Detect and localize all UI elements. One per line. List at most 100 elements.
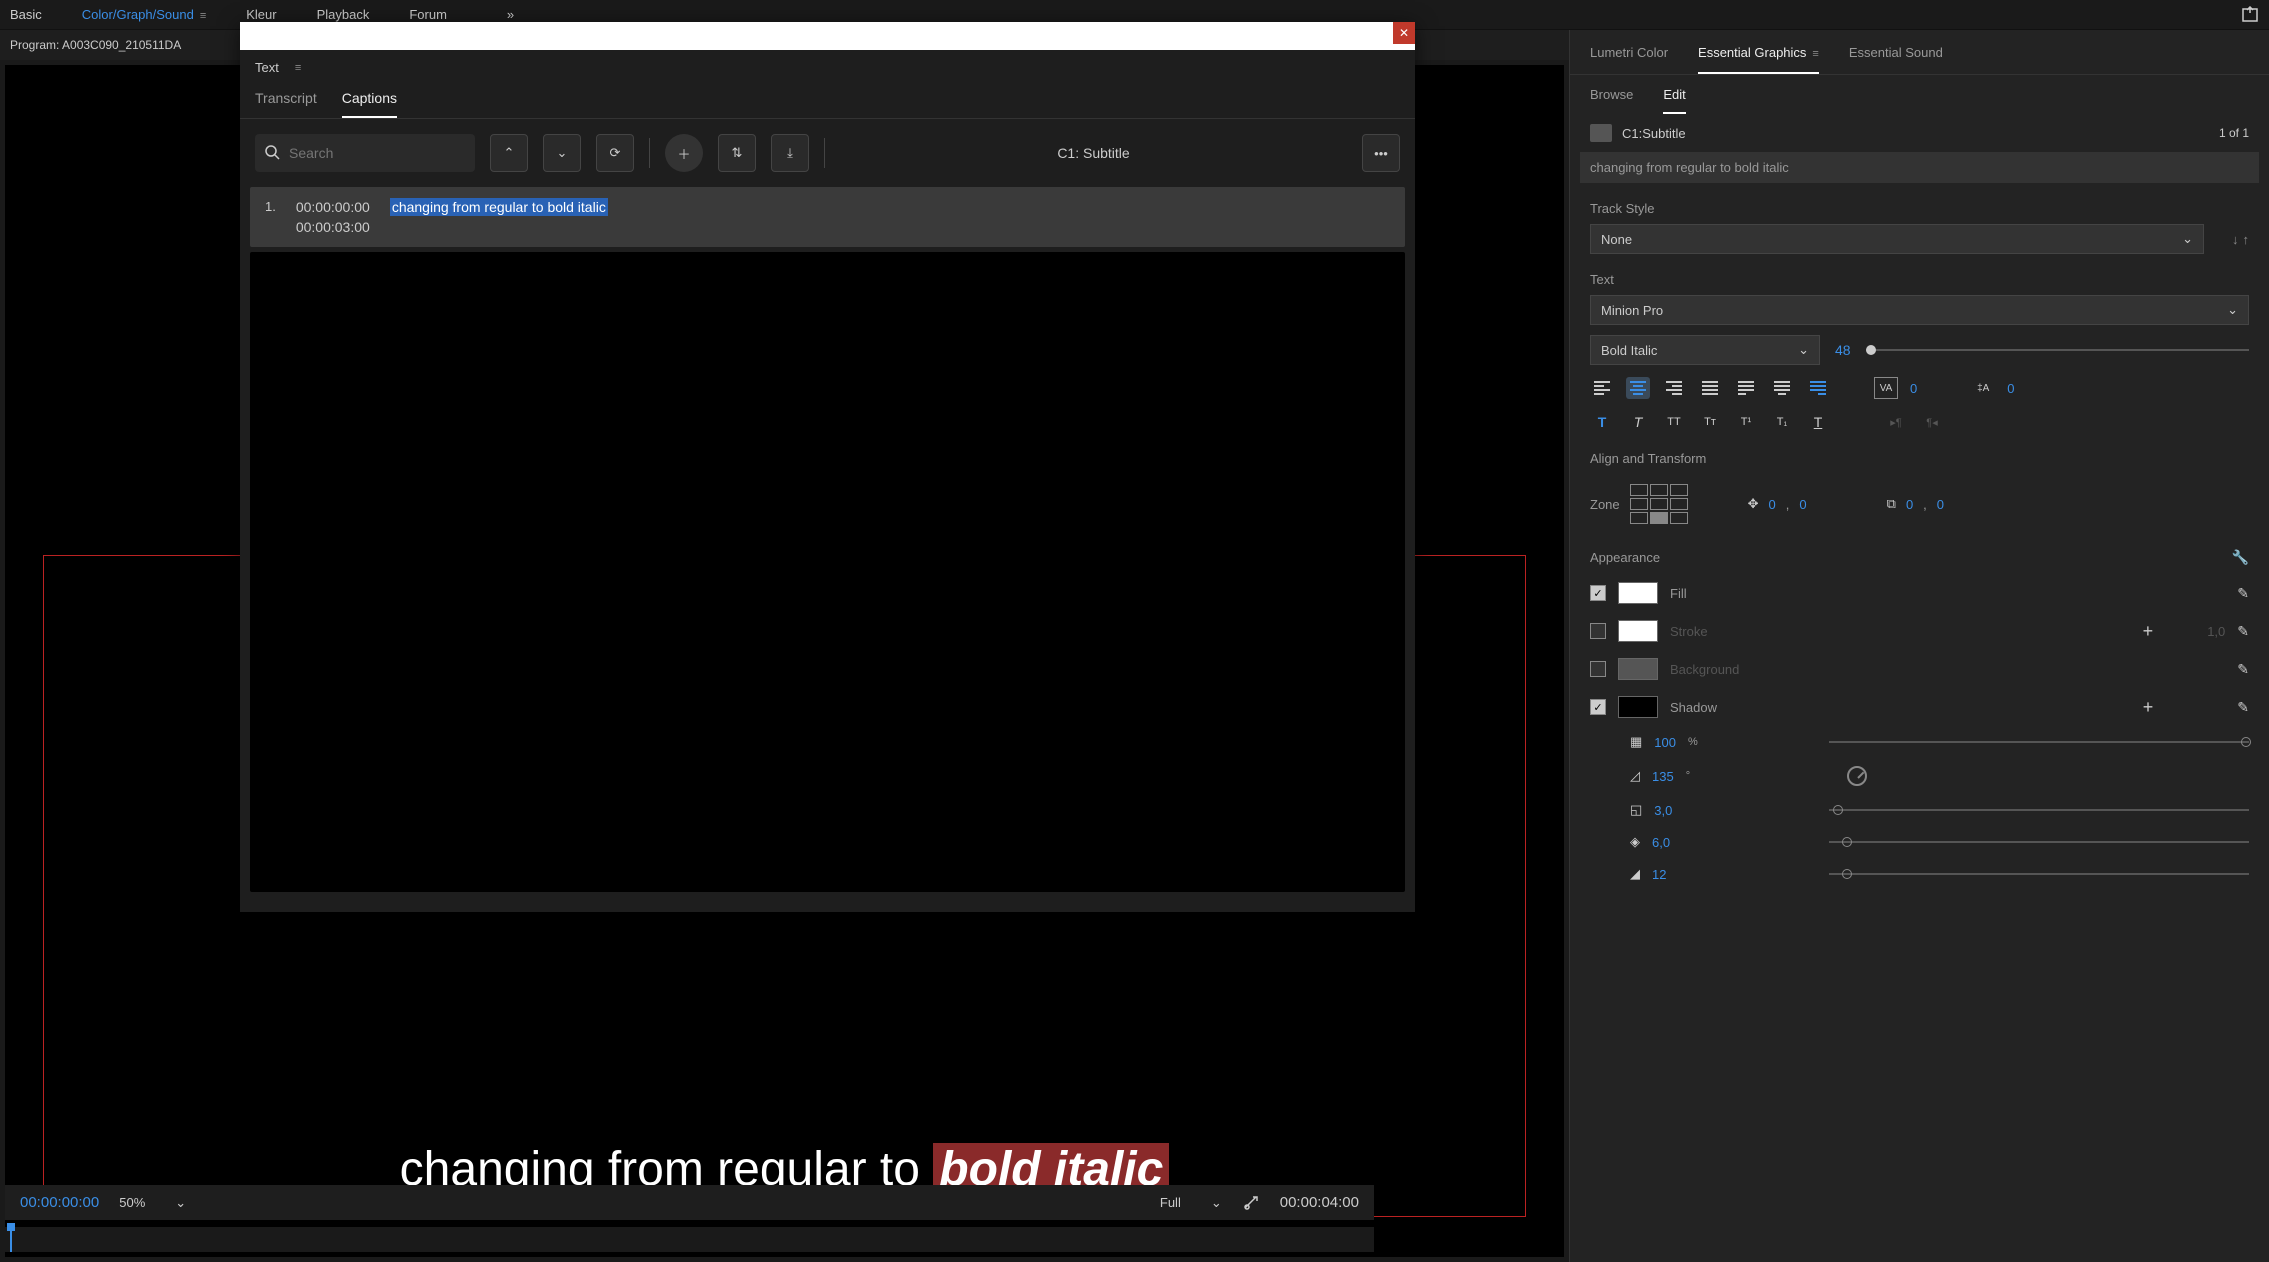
small-caps-icon[interactable]: Tᴛ <box>1698 411 1722 433</box>
workspace-kleur[interactable]: Kleur <box>246 7 276 22</box>
push-down-icon[interactable]: ↓ <box>2232 232 2239 247</box>
program-timeline[interactable] <box>5 1227 1374 1252</box>
caption-in-timecode[interactable]: 00:00:00:00 <box>296 199 370 215</box>
panel-menu-icon[interactable]: ≡ <box>1812 48 1818 60</box>
resolution-dropdown[interactable]: Full⌄ <box>1160 1195 1222 1211</box>
caption-out-timecode[interactable]: 00:00:03:00 <box>296 219 370 235</box>
subtab-browse[interactable]: Browse <box>1590 87 1633 114</box>
shadow-opacity-slider[interactable] <box>1829 741 2249 743</box>
shadow-label: Shadow <box>1670 700 1717 715</box>
shadow-color-swatch[interactable] <box>1618 696 1658 718</box>
text-panel-titlebar[interactable]: ✕ <box>240 22 1415 50</box>
font-family-dropdown[interactable]: Minion Pro⌄ <box>1590 295 2249 325</box>
workspace-basic[interactable]: Basic <box>10 7 42 22</box>
chevron-down-icon: ⌄ <box>1798 342 1809 358</box>
replace-button[interactable]: ⟳ <box>596 134 634 172</box>
align-justify-last-right-icon[interactable] <box>1806 377 1830 399</box>
text-panel-menu-icon[interactable]: ≡ <box>295 62 301 74</box>
stroke-add-icon[interactable]: + <box>2143 621 2154 642</box>
plus-icon: ＋ <box>677 144 690 163</box>
close-button[interactable]: ✕ <box>1393 22 1415 44</box>
position-icon: ✥ <box>1748 496 1759 512</box>
faux-bold-icon[interactable]: T <box>1590 411 1614 433</box>
export-icon[interactable] <box>2241 6 2259 24</box>
background-color-swatch[interactable] <box>1618 658 1658 680</box>
position-x[interactable]: 0 <box>1769 497 1776 512</box>
subtab-edit[interactable]: Edit <box>1663 87 1685 114</box>
track-style-dropdown[interactable]: None⌄ <box>1590 224 2204 254</box>
current-timecode[interactable]: 00:00:00:00 <box>20 1194 99 1211</box>
tab-lumetri-color[interactable]: Lumetri Color <box>1590 45 1668 74</box>
shadow-size-slider[interactable] <box>1829 841 2249 843</box>
all-caps-icon[interactable]: TT <box>1662 411 1686 433</box>
scale-y[interactable]: 0 <box>1937 497 1944 512</box>
align-justify-icon[interactable] <box>1698 377 1722 399</box>
merge-caption-button[interactable]: ⤓ <box>771 134 809 172</box>
align-center-icon[interactable] <box>1626 377 1650 399</box>
caption-text-selected[interactable]: changing from regular to bold italic <box>390 198 608 216</box>
shadow-distance-slider[interactable] <box>1829 809 2249 811</box>
faux-italic-icon[interactable]: T <box>1626 411 1650 433</box>
stroke-checkbox[interactable] <box>1590 623 1606 639</box>
tab-transcript[interactable]: Transcript <box>255 90 317 118</box>
tab-essential-graphics[interactable]: Essential Graphics≡ <box>1698 45 1819 74</box>
fill-checkbox[interactable]: ✓ <box>1590 585 1606 601</box>
tracking-value[interactable]: 0 <box>1910 381 1917 396</box>
caption-text-preview[interactable]: changing from regular to bold italic <box>1580 152 2259 183</box>
appearance-settings-icon[interactable]: 🔧 <box>2232 549 2249 566</box>
caption-row[interactable]: 1. 00:00:00:00 00:00:03:00 changing from… <box>250 187 1405 247</box>
workspace-playback[interactable]: Playback <box>317 7 370 22</box>
playhead[interactable] <box>10 1227 12 1252</box>
tab-captions[interactable]: Captions <box>342 90 397 118</box>
zone-grid[interactable] <box>1630 484 1688 524</box>
shadow-angle-value[interactable]: 135 <box>1652 769 1674 784</box>
fill-color-swatch[interactable] <box>1618 582 1658 604</box>
push-up-icon[interactable]: ↑ <box>2243 232 2250 247</box>
caption-layer-name[interactable]: C1:Subtitle <box>1622 126 1686 141</box>
font-size-value[interactable]: 48 <box>1835 342 1851 358</box>
settings-icon[interactable] <box>1242 1194 1260 1212</box>
leading-value[interactable]: 0 <box>2007 381 2014 396</box>
superscript-icon[interactable]: T¹ <box>1734 411 1758 433</box>
workspace-overflow-icon[interactable]: » <box>507 7 514 22</box>
shadow-distance-value[interactable]: 3,0 <box>1654 803 1672 818</box>
font-size-slider[interactable] <box>1866 349 2249 351</box>
search-box[interactable] <box>255 134 475 172</box>
background-eyedropper-icon[interactable]: ✎ <box>2237 661 2249 678</box>
shadow-size-value[interactable]: 6,0 <box>1652 835 1670 850</box>
ltr-icon[interactable]: ▸¶ <box>1884 411 1908 433</box>
align-right-icon[interactable] <box>1662 377 1686 399</box>
fill-eyedropper-icon[interactable]: ✎ <box>2237 585 2249 602</box>
scale-x[interactable]: 0 <box>1906 497 1913 512</box>
add-caption-button[interactable]: ＋ <box>665 134 703 172</box>
workspace-menu-icon[interactable]: ≡ <box>200 10 206 22</box>
position-y[interactable]: 0 <box>1799 497 1806 512</box>
shadow-blur-value[interactable]: 12 <box>1652 867 1666 882</box>
underline-icon[interactable]: T <box>1806 411 1830 433</box>
rtl-icon[interactable]: ¶◂ <box>1920 411 1944 433</box>
workspace-color-graph-sound[interactable]: Color/Graph/Sound≡ <box>82 7 206 22</box>
align-justify-last-center-icon[interactable] <box>1770 377 1794 399</box>
font-style-dropdown[interactable]: Bold Italic⌄ <box>1590 335 1820 365</box>
shadow-blur-slider[interactable] <box>1829 873 2249 875</box>
align-left-icon[interactable] <box>1590 377 1614 399</box>
shadow-angle-dial[interactable] <box>1847 766 1867 786</box>
stroke-eyedropper-icon[interactable]: ✎ <box>2237 623 2249 640</box>
search-input[interactable] <box>289 145 465 161</box>
align-justify-last-left-icon[interactable] <box>1734 377 1758 399</box>
caption-options-button[interactable]: ••• <box>1362 134 1400 172</box>
shadow-checkbox[interactable]: ✓ <box>1590 699 1606 715</box>
stroke-width-value[interactable]: 1,0 <box>2207 624 2225 639</box>
shadow-add-icon[interactable]: + <box>2143 697 2154 718</box>
split-caption-button[interactable]: ⇅ <box>718 134 756 172</box>
shadow-eyedropper-icon[interactable]: ✎ <box>2237 699 2249 716</box>
prev-result-button[interactable]: ⌃ <box>490 134 528 172</box>
shadow-opacity-value[interactable]: 100 <box>1654 735 1676 750</box>
tab-essential-sound[interactable]: Essential Sound <box>1849 45 1943 74</box>
stroke-color-swatch[interactable] <box>1618 620 1658 642</box>
next-result-button[interactable]: ⌄ <box>543 134 581 172</box>
subscript-icon[interactable]: T₁ <box>1770 411 1794 433</box>
workspace-forum[interactable]: Forum <box>409 7 447 22</box>
zoom-dropdown[interactable]: 50%⌄ <box>119 1195 186 1211</box>
background-checkbox[interactable] <box>1590 661 1606 677</box>
